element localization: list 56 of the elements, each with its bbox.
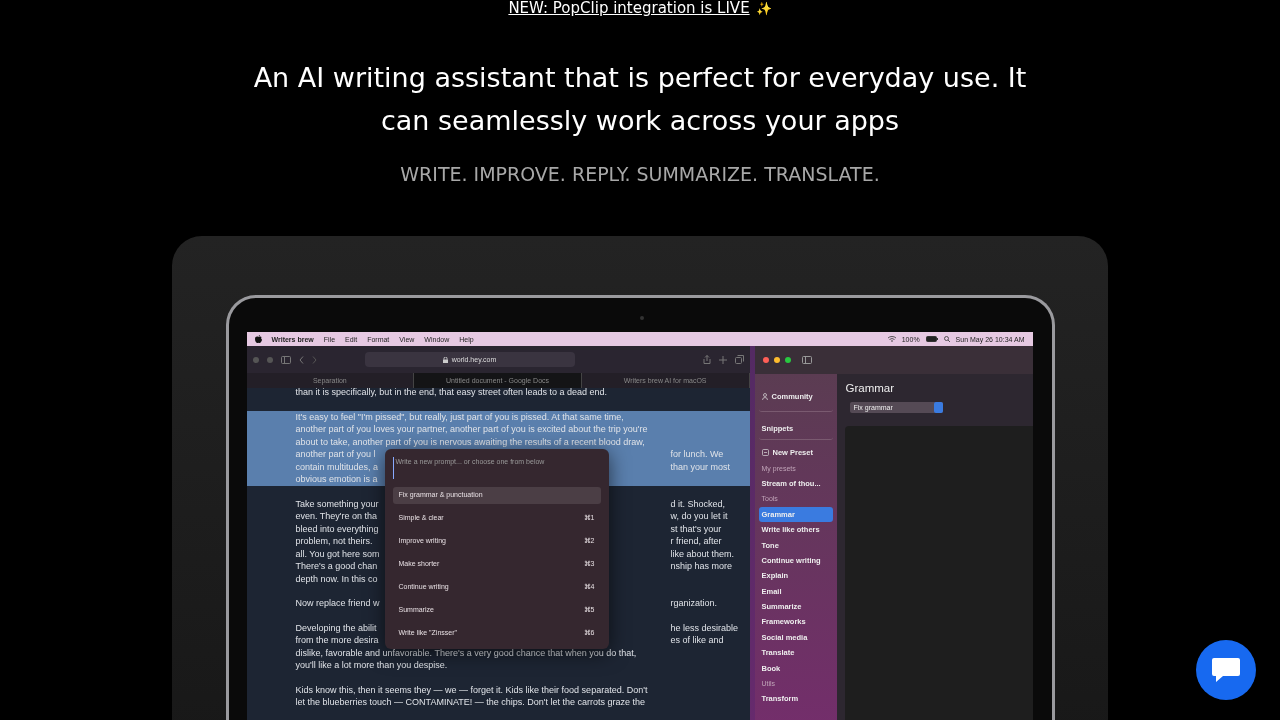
text-line: Kids know this, then it seems they — we — forget it. Kids like their food separated. Don't (295, 683, 648, 696)
text-line: rganization. (670, 597, 718, 610)
chat-button[interactable] (1196, 640, 1256, 700)
text-line: obvious emotion is a (295, 473, 378, 486)
text-line: he less desirable (670, 621, 739, 634)
text-line: There's a good chan (295, 560, 379, 573)
text-line: like about them. (670, 547, 735, 560)
text-line: r friend, after (670, 535, 722, 548)
text-line: you'll like a lot more than you despise. (295, 659, 448, 672)
zoom-button[interactable] (784, 357, 791, 363)
close-button[interactable] (762, 357, 769, 363)
text-line: w, do you let it (670, 510, 728, 523)
text-line: for lunch. We (670, 448, 724, 461)
text-line: all. You got here som (295, 547, 381, 560)
text-line: contain multitudes, a (295, 460, 380, 473)
text-line: let the blueberries touch — CONTAMINATE! — the chips. Don't let the carrots graze the (295, 696, 646, 709)
text-line: another part of you l (295, 448, 377, 461)
apple-icon (254, 335, 262, 343)
announcement-link[interactable]: NEW: PopClip integration is LIVE (508, 0, 750, 17)
text-line: nship has more (670, 560, 733, 573)
plus-square-icon (761, 449, 769, 457)
plus-icon[interactable] (718, 355, 727, 364)
panel-title: Grammar (845, 382, 896, 394)
search-icon[interactable] (943, 336, 950, 342)
battery-icon[interactable] (925, 336, 938, 342)
text-line: It's easy to feel "I'm pissed", but really, just part of you is pissed. At that same time, (295, 410, 624, 423)
text-line: even. They're on tha (295, 510, 379, 523)
person-icon (761, 392, 768, 400)
back-icon[interactable] (298, 355, 304, 364)
share-icon[interactable] (702, 355, 711, 364)
minimize-button[interactable] (773, 357, 780, 363)
text-line: bleed into everything (295, 522, 380, 535)
text-line: d it. Shocked, (670, 497, 726, 510)
text-line: from the more desira (295, 634, 380, 647)
lock-icon (442, 356, 448, 363)
text-line: than your most (670, 460, 731, 473)
tabs-icon[interactable] (734, 355, 744, 364)
tagline: WRITE. IMPROVE. REPLY. SUMMARIZE. TRANSLATE. (400, 162, 880, 186)
sidebar-icon[interactable] (801, 356, 812, 364)
wifi-icon[interactable] (887, 336, 896, 342)
text-line: Developing the abilit (295, 621, 378, 634)
text-line: Take something your (295, 497, 380, 510)
sparkles-emoji: ✨ (755, 0, 772, 16)
text-line: dislike, favorable and unfavorable. There's a very good chance that when you do that, (295, 646, 637, 659)
text-line: than it is specifically, but in the end, that easy street often leads to a dead end. (295, 386, 608, 399)
text-line: Now replace friend w (295, 597, 381, 610)
text-line: st that's your (670, 522, 722, 535)
text-line: about to take, another part of you is nervous awaiting the results of a recent blood draw, (295, 435, 645, 448)
chat-icon (1211, 656, 1241, 684)
text-line: es of like and (670, 634, 724, 647)
text-line: depth now. In this co (295, 572, 378, 585)
sidebar-icon[interactable] (280, 355, 291, 364)
text-line: another part of you loves your partner, another part of you is excited about the trip you're (295, 423, 648, 436)
forward-icon[interactable] (311, 355, 317, 364)
headline: An AI writing assistant that is perfect for everyday use. It can seamlessly work across your apps (252, 61, 1028, 138)
text-line: problem, not theirs. (295, 535, 374, 548)
